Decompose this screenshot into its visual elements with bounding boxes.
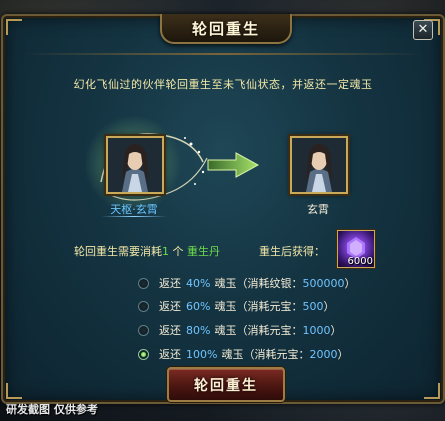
character-avatar-icon <box>108 138 162 192</box>
option-detail-open: （消耗纹银： <box>236 277 303 290</box>
option-percent: 80% <box>186 323 211 337</box>
divider <box>23 53 423 55</box>
dialog-title: 轮回重生 <box>191 19 260 38</box>
character-name-before: 天枢·玄霄 <box>110 203 158 216</box>
character-portrait-after[interactable] <box>290 136 348 194</box>
corner-ornament <box>424 383 440 399</box>
return-option-60[interactable]: 返还 60% 魂玉 （消耗元宝： 500 ） <box>138 298 334 314</box>
option-detail-close: ） <box>337 348 349 361</box>
option-item: 魂玉 <box>214 277 237 290</box>
rebirth-dialog: 轮回重生 ✕ 幻化飞仙过的伙伴轮回重生至未飞仙状态，并返还一定魂玉 天枢·玄霄 <box>1 14 445 404</box>
title-plate: 轮回重生 <box>160 14 292 44</box>
option-item: 魂玉 <box>214 324 237 337</box>
option-amount: 500 <box>302 299 324 313</box>
option-prefix: 返还 <box>159 348 181 361</box>
reward-label: 重生后获得： <box>259 245 325 258</box>
corner-ornament <box>6 19 22 35</box>
option-percent: 100% <box>186 347 218 361</box>
description-text: 幻化飞仙过的伙伴轮回重生至未飞仙状态，并返还一定魂玉 <box>73 78 373 91</box>
corner-ornament <box>6 383 22 399</box>
cost-line: 轮回重生需要消耗1 个 重生丹 <box>74 243 220 259</box>
transform-arrow-icon <box>207 152 260 178</box>
option-detail-open: （消耗元宝： <box>243 348 310 361</box>
option-detail-open: （消耗元宝： <box>236 300 303 313</box>
cost-unit: 个 <box>172 245 184 258</box>
cost-prefix: 轮回重生需要消耗 <box>74 245 162 258</box>
character-portrait-before[interactable] <box>106 136 164 194</box>
return-option-100[interactable]: 返还 100% 魂玉 （消耗元宝： 2000 ） <box>138 346 348 362</box>
option-detail-close: ） <box>323 300 335 313</box>
character-name-after: 玄霄 <box>307 203 329 216</box>
option-amount: 2000 <box>309 347 338 361</box>
close-button[interactable]: ✕ <box>413 20 433 40</box>
reward-item-slot[interactable]: 6000 <box>337 230 375 268</box>
option-detail-close: ） <box>344 277 356 290</box>
return-option-80[interactable]: 返还 80% 魂玉 （消耗元宝： 1000 ） <box>138 322 341 338</box>
radio-button[interactable] <box>138 324 149 336</box>
option-item: 魂玉 <box>214 300 237 313</box>
option-prefix: 返还 <box>159 300 181 313</box>
option-amount: 500000 <box>302 276 345 290</box>
cost-count: 1 <box>162 245 169 258</box>
cost-item: 重生丹 <box>187 245 220 258</box>
radio-button[interactable] <box>138 300 149 312</box>
option-detail-open: （消耗元宝： <box>236 324 303 337</box>
option-detail-close: ） <box>330 324 342 337</box>
option-percent: 40% <box>186 276 211 290</box>
option-item: 魂玉 <box>221 348 244 361</box>
option-prefix: 返还 <box>159 277 181 290</box>
character-avatar-icon <box>292 138 346 192</box>
option-prefix: 返还 <box>159 324 181 337</box>
option-percent: 60% <box>186 299 211 313</box>
radio-button-selected[interactable] <box>138 348 149 360</box>
reward-count: 6000 <box>347 256 373 267</box>
rebirth-confirm-button[interactable]: 轮回重生 <box>167 367 285 402</box>
watermark-text: 研发截图 仅供参考 <box>6 403 98 416</box>
radio-button[interactable] <box>138 277 149 289</box>
return-option-40[interactable]: 返还 40% 魂玉 （消耗纹银： 500000 ） <box>138 275 355 291</box>
name-underline <box>101 216 167 217</box>
option-amount: 1000 <box>302 323 331 337</box>
